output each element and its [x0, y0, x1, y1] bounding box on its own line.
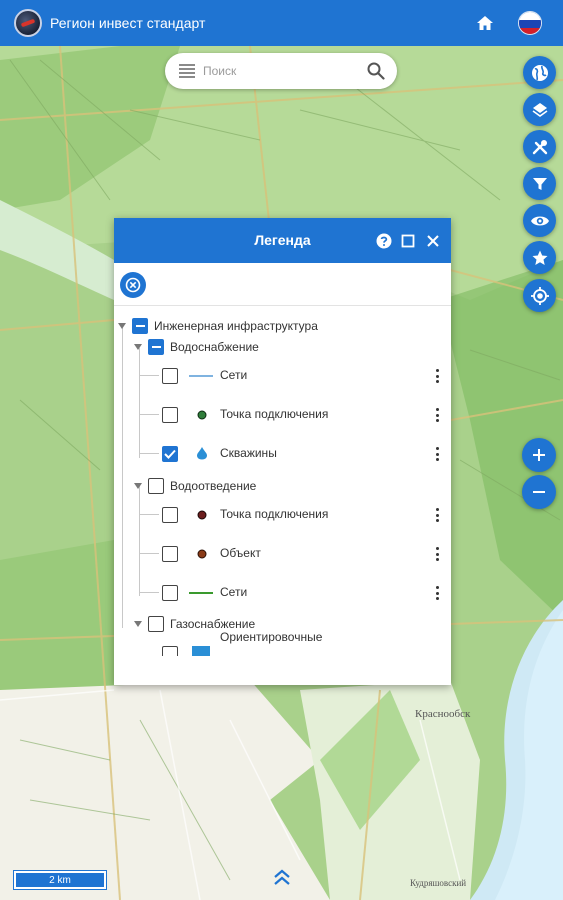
legend-item: [162, 644, 178, 656]
legend-group-label: Инженерная инфраструктура: [154, 319, 318, 333]
zoom-out-button[interactable]: [522, 475, 556, 509]
language-flag-button[interactable]: [518, 11, 542, 35]
filter-button[interactable]: [523, 167, 556, 200]
expand-panel-button[interactable]: [272, 868, 292, 893]
legend-group-root: Инженерная инфраструктура: [118, 316, 318, 336]
scale-bar: 2 km: [13, 870, 107, 890]
legend-group-label: Водоотведение: [170, 479, 257, 493]
legend-header: Легенда: [114, 218, 451, 263]
locate-button[interactable]: [523, 279, 556, 312]
collapse-icon[interactable]: [134, 344, 142, 350]
app-title: Регион инвест стандарт: [50, 15, 206, 31]
collapse-icon[interactable]: [118, 323, 126, 329]
legend-group-water-supply: Водоснабжение: [134, 337, 259, 357]
tools-button[interactable]: [523, 130, 556, 163]
legend-clear-button[interactable]: [120, 272, 146, 298]
item-menu-button[interactable]: [435, 547, 439, 561]
visibility-button[interactable]: [523, 204, 556, 237]
legend-item-label: Точка подключения: [220, 407, 329, 421]
group-checkbox[interactable]: [148, 616, 164, 632]
connection-point-icon: [197, 410, 207, 420]
filter-icon: [532, 177, 547, 190]
layer-checkbox[interactable]: [162, 407, 178, 423]
plus-icon: [533, 449, 545, 461]
star-icon: [532, 250, 547, 265]
check-icon: [164, 449, 176, 459]
search-input[interactable]: [203, 64, 353, 78]
item-menu-button[interactable]: [435, 408, 439, 422]
legend-toolbar: [114, 263, 451, 306]
locate-icon: [530, 286, 549, 305]
legend-close-button[interactable]: [425, 233, 441, 249]
legend-maximize-button[interactable]: [400, 233, 416, 249]
zoom-in-button[interactable]: [522, 438, 556, 472]
app-header: Регион инвест стандарт: [0, 0, 563, 46]
legend-group-label: Газоснабжение: [170, 617, 256, 631]
layer-checkbox[interactable]: [162, 646, 178, 656]
close-icon: [427, 235, 439, 247]
object-point-icon: [197, 549, 207, 559]
app-logo[interactable]: [14, 9, 42, 37]
maximize-icon: [401, 234, 415, 248]
legend-item-label: Сети: [220, 585, 248, 599]
search-icon[interactable]: [367, 62, 385, 80]
legend-group-sewerage: Водоотведение: [134, 476, 256, 496]
well-drop-icon: [197, 447, 207, 460]
group-checkbox[interactable]: [148, 339, 164, 355]
home-icon: [477, 16, 493, 30]
layer-checkbox[interactable]: [162, 446, 178, 462]
tools-icon: [532, 139, 547, 154]
collapse-icon[interactable]: [134, 483, 142, 489]
help-icon: [376, 233, 392, 249]
item-menu-button[interactable]: [435, 447, 439, 461]
legend-item: [162, 405, 178, 425]
collapse-icon[interactable]: [134, 621, 142, 627]
search-bar: [165, 53, 397, 89]
legend-item: [162, 444, 178, 464]
layer-checkbox[interactable]: [162, 368, 178, 384]
legend-item-label: Объект: [220, 546, 261, 560]
legend-item: [162, 583, 178, 603]
globe-icon: [531, 64, 548, 81]
legend-panel: Легенда Инженерная инфраструктура Водосн…: [114, 218, 451, 685]
eye-icon: [530, 216, 549, 225]
group-checkbox[interactable]: [148, 478, 164, 494]
connection-point-icon: [197, 510, 207, 520]
globe-button[interactable]: [523, 56, 556, 89]
legend-item: [162, 366, 178, 386]
layer-checkbox[interactable]: [162, 507, 178, 523]
menu-icon[interactable]: [179, 64, 195, 78]
network-line-icon: [189, 592, 213, 594]
layers-icon: [532, 102, 547, 117]
layer-checkbox[interactable]: [162, 546, 178, 562]
legend-item-label: Ориентировочные: [220, 630, 323, 644]
legend-group-label: Водоснабжение: [170, 340, 259, 354]
root-checkbox[interactable]: [132, 318, 148, 334]
legend-item-label: Сети: [220, 368, 248, 382]
legend-item-label: Скважины: [220, 446, 277, 460]
map-place-label: Кудряшовский: [410, 878, 467, 888]
legend-item-label: Точка подключения: [220, 507, 329, 521]
legend-help-button[interactable]: [376, 233, 392, 249]
item-menu-button[interactable]: [435, 369, 439, 383]
clear-icon: [125, 277, 141, 293]
home-button[interactable]: [474, 12, 496, 34]
chevron-up-icon: [274, 869, 290, 885]
item-menu-button[interactable]: [435, 586, 439, 600]
minus-icon: [533, 491, 545, 493]
layer-checkbox[interactable]: [162, 585, 178, 601]
legend-item: [162, 505, 178, 525]
network-line-icon: [189, 375, 213, 377]
favorites-button[interactable]: [523, 241, 556, 274]
map-place-label: Краснообск: [415, 708, 471, 720]
layers-button[interactable]: [523, 93, 556, 126]
item-menu-button[interactable]: [435, 508, 439, 522]
gas-area-icon: [192, 646, 210, 656]
legend-item: [162, 544, 178, 564]
legend-tree: Инженерная инфраструктура Водоснабжение …: [114, 306, 451, 656]
